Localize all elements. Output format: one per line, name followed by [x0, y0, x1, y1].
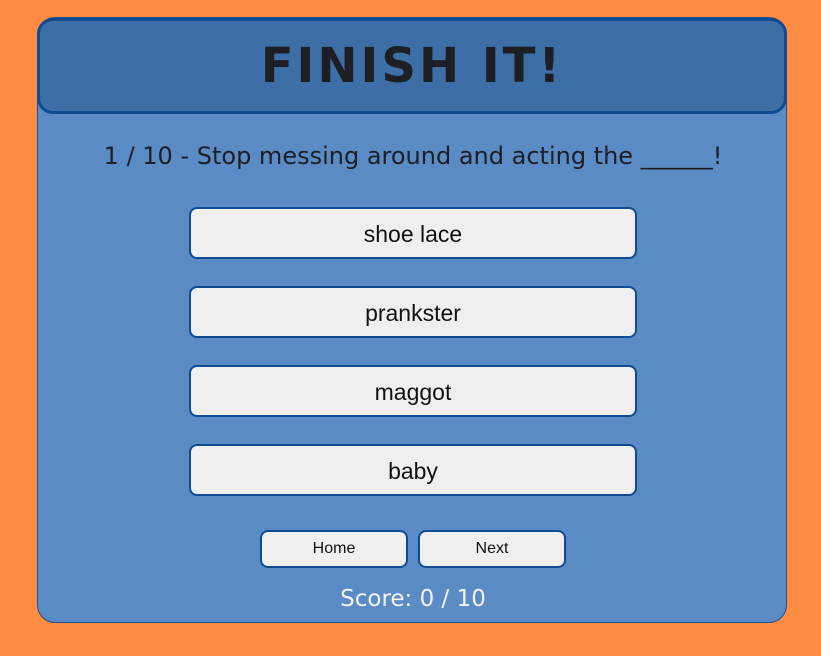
answer-button-maggot[interactable]: maggot: [189, 365, 637, 417]
answer-button-prankster[interactable]: prankster: [189, 286, 637, 338]
answer-button-baby[interactable]: baby: [189, 444, 637, 496]
app-title: FINISH IT!: [260, 38, 564, 94]
navigation-bar: Home Next: [260, 530, 566, 568]
answer-list: shoe lace prankster maggot baby: [189, 207, 637, 523]
quiz-card: FINISH IT! 1 / 10 - Stop messing around …: [37, 17, 787, 623]
next-button[interactable]: Next: [418, 530, 566, 568]
app-header: FINISH IT!: [37, 18, 787, 114]
score-display: Score: 0 / 10: [340, 586, 486, 612]
home-button[interactable]: Home: [260, 530, 408, 568]
question-text: 1 / 10 - Stop messing around and acting …: [103, 142, 723, 170]
answer-button-shoe-lace[interactable]: shoe lace: [189, 207, 637, 259]
